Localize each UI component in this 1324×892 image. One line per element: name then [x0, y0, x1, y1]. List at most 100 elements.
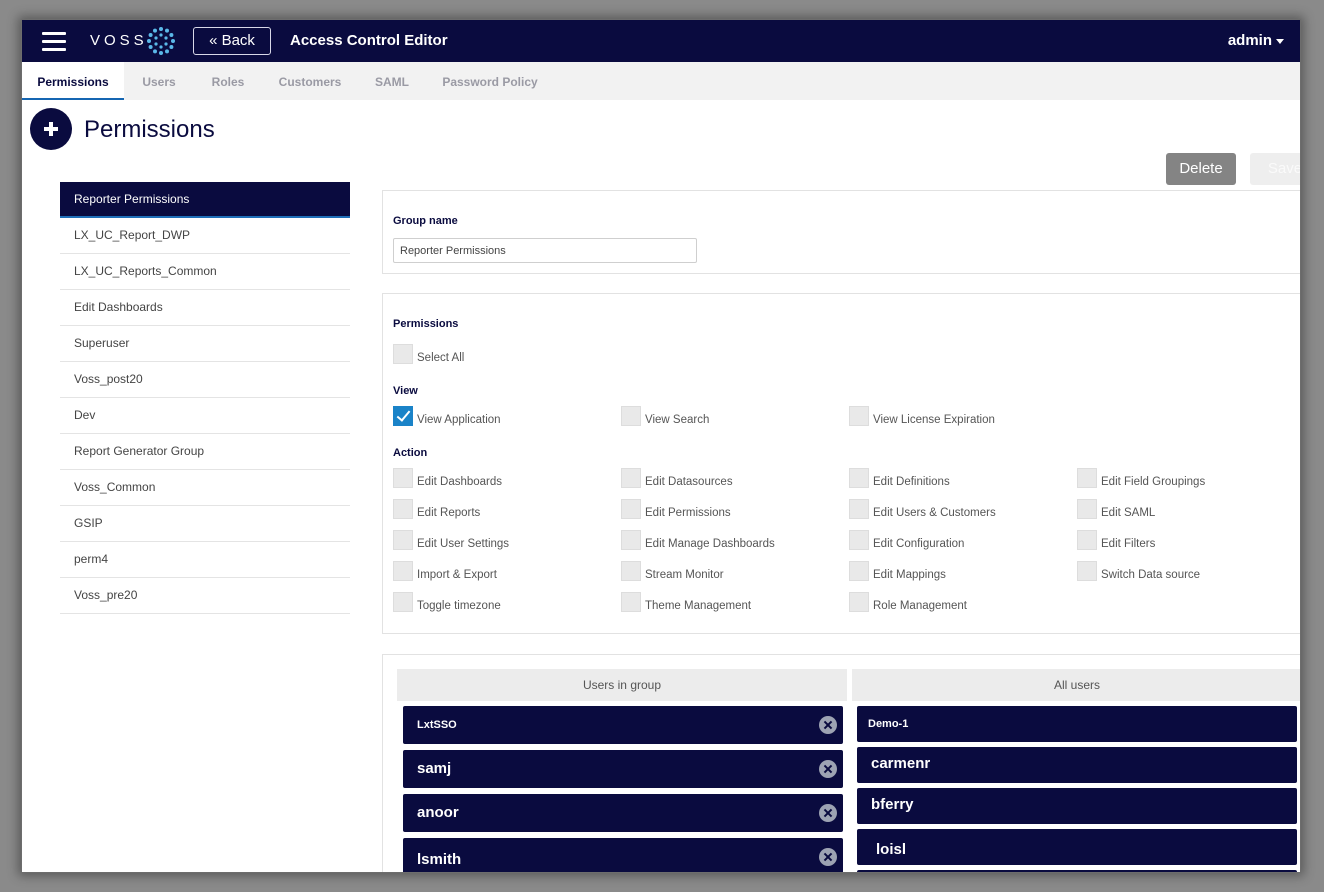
remove-user-icon[interactable] [819, 848, 837, 866]
user-menu[interactable]: admin [1228, 32, 1284, 49]
permissions-label: Permissions [393, 318, 459, 330]
permission-label: Edit Configuration [873, 538, 965, 550]
permission-label: Edit Filters [1101, 538, 1156, 550]
checkbox-icon [621, 499, 641, 519]
tab-permissions[interactable]: Permissions [22, 62, 124, 100]
checkbox-icon [1077, 499, 1097, 519]
permission-label: Edit Definitions [873, 476, 950, 488]
checkbox-icon [849, 530, 869, 550]
permission-label: View License Expiration [873, 414, 995, 426]
checkbox-icon [1077, 561, 1097, 581]
permission-label: View Search [645, 414, 710, 426]
checkbox-icon [393, 468, 413, 488]
permission-label: Edit Dashboards [417, 476, 503, 488]
user-in-group-item[interactable]: LxtSSO [403, 706, 843, 744]
permission-group-list: Reporter Permissions LX_UC_Report_DWP LX… [60, 182, 350, 614]
tab-customers[interactable]: Customers [274, 62, 346, 100]
user-name: bferry [871, 796, 914, 813]
user-name: samj [417, 760, 452, 777]
permission-label: Edit User Settings [417, 538, 510, 550]
hamburger-menu-icon[interactable] [42, 32, 66, 51]
tab-password-policy[interactable]: Password Policy [440, 62, 540, 100]
group-list-item[interactable]: Voss_pre20 [60, 578, 350, 614]
checkbox-icon [849, 468, 869, 488]
checkbox-icon [393, 592, 413, 612]
user-name: LxtSSO [417, 719, 457, 731]
add-permission-button[interactable] [30, 108, 72, 150]
group-list-item[interactable]: Voss_post20 [60, 362, 350, 398]
permission-label: Edit Users & Customers [873, 507, 996, 519]
users-panel: Users in group All users LxtSSO samj ano… [382, 654, 1300, 872]
action-section-label: Action [393, 447, 428, 459]
remove-user-icon[interactable] [819, 760, 837, 778]
group-list-item[interactable]: LX_UC_Reports_Common [60, 254, 350, 290]
group-list-item[interactable]: Superuser [60, 326, 350, 362]
group-list-item[interactable]: GSIP [60, 506, 350, 542]
tab-saml[interactable]: SAML [370, 62, 414, 100]
app-title: Access Control Editor [290, 32, 448, 49]
group-list-item[interactable]: Voss_Common [60, 470, 350, 506]
tab-roles[interactable]: Roles [204, 62, 252, 100]
all-users-item[interactable]: Demo-1 [857, 706, 1297, 742]
permission-label: Edit Permissions [645, 507, 731, 519]
all-users-item[interactable] [857, 870, 1297, 872]
back-button[interactable]: « Back [193, 27, 271, 55]
voss-logo-text: VOSS [90, 32, 148, 49]
group-name-input[interactable] [393, 238, 697, 263]
permission-label: Switch Data source [1101, 569, 1201, 581]
checkbox-icon [621, 468, 641, 488]
permission-label: Edit Datasources [645, 476, 733, 488]
user-name: Demo-1 [868, 718, 909, 730]
app-window: VOSS « Back Access Control Editor admin … [22, 20, 1300, 872]
user-name: anoor [417, 804, 459, 821]
permission-label: Toggle timezone [417, 600, 501, 612]
user-name: lsmith [417, 851, 462, 868]
remove-user-icon[interactable] [819, 716, 837, 734]
top-navbar: VOSS « Back Access Control Editor admin [22, 20, 1300, 62]
view-section-label: View [393, 385, 418, 397]
user-in-group-item[interactable]: lsmith [403, 838, 843, 872]
select-all-label: Select All [417, 352, 465, 364]
permission-label: Edit Manage Dashboards [645, 538, 775, 550]
all-users-item[interactable]: carmenr [857, 747, 1297, 783]
group-list-item[interactable]: LX_UC_Report_DWP [60, 218, 350, 254]
checkbox-icon [621, 561, 641, 581]
group-name-panel: Group name [382, 190, 1300, 274]
users-in-group-header: Users in group [397, 669, 847, 701]
checkbox-icon [849, 406, 869, 426]
checkbox-icon [849, 499, 869, 519]
checkbox-icon [621, 592, 641, 612]
remove-user-icon[interactable] [819, 804, 837, 822]
checkbox-icon [393, 344, 413, 364]
checkbox-icon [621, 530, 641, 550]
permission-label: View Application [417, 414, 501, 426]
permission-label: Edit Field Groupings [1101, 476, 1206, 488]
user-in-group-item[interactable]: anoor [403, 794, 843, 832]
checkbox-checked-icon [393, 406, 413, 426]
group-list-item[interactable]: Report Generator Group [60, 434, 350, 470]
checkbox-icon [393, 530, 413, 550]
permission-label: Stream Monitor [645, 569, 724, 581]
tab-users[interactable]: Users [134, 62, 184, 100]
tab-bar: Permissions Users Roles Customers SAML P… [22, 62, 1300, 100]
page-title: Permissions [84, 116, 215, 143]
checkbox-icon [393, 561, 413, 581]
all-users-item[interactable]: bferry [857, 788, 1297, 824]
group-list-item[interactable]: Dev [60, 398, 350, 434]
group-list-item[interactable]: Reporter Permissions [60, 182, 350, 218]
user-name: loisl [876, 841, 907, 858]
group-list-item[interactable]: Edit Dashboards [60, 290, 350, 326]
checkbox-icon [849, 561, 869, 581]
permission-label: Theme Management [645, 600, 752, 612]
permission-label: Import & Export [417, 569, 497, 581]
delete-button[interactable]: Delete [1166, 153, 1236, 185]
checkbox-icon [1077, 530, 1097, 550]
permission-label: Role Management [873, 600, 967, 612]
all-users-item[interactable]: loisl [857, 829, 1297, 865]
user-in-group-item[interactable]: samj [403, 750, 843, 788]
permission-label: Edit SAML [1101, 507, 1156, 519]
save-button[interactable]: Save [1250, 153, 1300, 185]
checkbox-icon [393, 499, 413, 519]
all-users-header: All users [852, 669, 1300, 701]
group-list-item[interactable]: perm4 [60, 542, 350, 578]
